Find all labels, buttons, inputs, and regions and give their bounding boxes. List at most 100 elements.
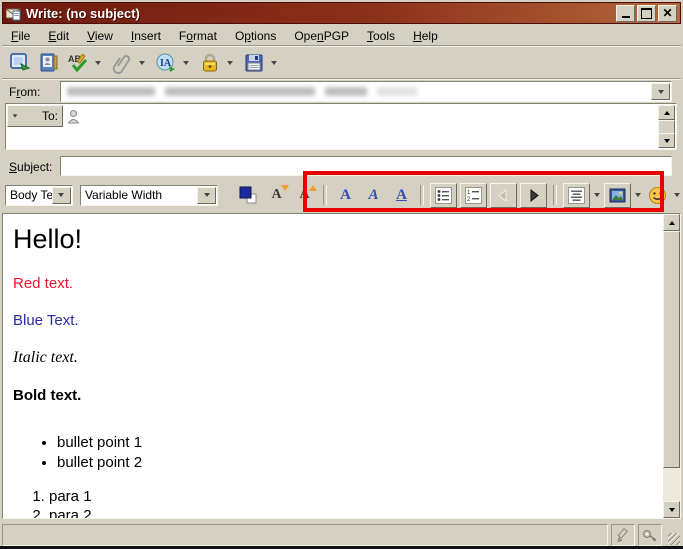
body-scroll-up[interactable] <box>663 214 680 231</box>
ia-badge-icon: IA <box>155 52 177 74</box>
from-label: From: <box>9 85 59 99</box>
from-dropdown-button[interactable] <box>651 83 670 100</box>
body-bullet-list: bullet point 1 bullet point 2 <box>13 434 663 471</box>
recipient-type-label: To: <box>18 109 58 123</box>
numbered-item: para 2 <box>49 507 663 518</box>
ia-button[interactable]: IA <box>152 50 179 76</box>
addressing-scroll-down[interactable] <box>658 133 675 148</box>
ia-dropdown[interactable] <box>181 50 190 76</box>
security-button[interactable] <box>196 50 223 76</box>
insert-smiley-dropdown[interactable] <box>673 184 681 207</box>
person-icon <box>67 109 80 124</box>
message-body-frame: Hello! Red text. Blue Text. Italic text.… <box>2 213 681 519</box>
addressing-area: To: <box>5 103 677 150</box>
indent-button[interactable] <box>520 183 547 208</box>
menu-edit[interactable]: Edit <box>39 27 78 45</box>
titlebar[interactable]: Write: (no subject) ✕ <box>2 2 681 24</box>
message-body-editor[interactable]: Hello! Red text. Blue Text. Italic text.… <box>3 214 663 518</box>
body-numbered-list: para 1 para 2 <box>13 488 663 518</box>
spell-dropdown[interactable] <box>93 50 102 76</box>
status-message-panel <box>2 524 608 546</box>
menu-tools[interactable]: Tools <box>358 27 404 45</box>
font-select[interactable]: Variable Width <box>80 185 218 206</box>
status-pencil-panel[interactable] <box>611 524 635 546</box>
outdent-button[interactable] <box>490 183 517 208</box>
alignment-button[interactable] <box>563 183 590 208</box>
security-dropdown[interactable] <box>225 50 234 76</box>
alignment-icon <box>568 187 585 204</box>
font-value: Variable Width <box>85 188 162 202</box>
addressing-scrollbar[interactable] <box>658 105 675 148</box>
underline-button[interactable]: A <box>389 184 414 207</box>
paragraph-style-dropdown[interactable] <box>52 187 71 204</box>
attach-button[interactable] <box>108 50 135 76</box>
menu-bar: File Edit View Insert Format Options Ope… <box>2 26 681 46</box>
minimize-button[interactable] <box>616 5 635 22</box>
envelope-icon <box>6 5 22 21</box>
body-paragraph-red: Red text. <box>13 275 663 292</box>
contacts-button[interactable] <box>35 50 62 76</box>
menu-openpgp[interactable]: OpenPGP <box>285 27 358 45</box>
main-toolbar: AB IA <box>2 47 681 79</box>
spell-check-icon: AB <box>67 52 89 74</box>
from-redacted-value <box>67 87 417 96</box>
addressing-scroll-up[interactable] <box>658 105 675 120</box>
status-bar <box>2 521 681 546</box>
recipient-input[interactable] <box>63 105 658 128</box>
underline-icon: A <box>396 187 407 204</box>
alignment-dropdown[interactable] <box>593 184 601 207</box>
pencil-icon <box>616 528 631 543</box>
text-color-button[interactable] <box>236 184 261 207</box>
subject-input[interactable] <box>60 156 672 176</box>
numbered-list-button[interactable]: 1 2 <box>460 183 487 208</box>
spell-button[interactable]: AB <box>64 50 91 76</box>
increase-font-size-button[interactable]: A <box>292 184 317 207</box>
menu-insert[interactable]: Insert <box>122 27 170 45</box>
save-dropdown[interactable] <box>269 50 278 76</box>
italic-button[interactable]: A <box>361 184 386 207</box>
menu-file[interactable]: File <box>2 27 39 45</box>
increase-font-icon: A <box>299 187 309 203</box>
insert-image-button[interactable] <box>604 183 631 208</box>
attach-dropdown[interactable] <box>137 50 146 76</box>
close-button[interactable]: ✕ <box>658 5 677 22</box>
numbered-list-icon: 1 2 <box>465 187 482 204</box>
bulleted-list-button[interactable] <box>430 183 457 208</box>
body-scroll-down[interactable] <box>663 501 680 518</box>
from-combobox[interactable] <box>60 81 672 102</box>
menu-format[interactable]: Format <box>170 27 226 45</box>
menu-options[interactable]: Options <box>226 27 285 45</box>
status-key-panel[interactable] <box>638 524 662 546</box>
bulleted-list-icon <box>435 187 452 204</box>
body-scrollbar[interactable] <box>663 214 680 518</box>
recipient-row-empty[interactable] <box>7 127 658 148</box>
font-dropdown[interactable] <box>197 187 216 204</box>
outdent-icon <box>496 188 511 203</box>
window-title: Write: (no subject) <box>26 6 614 21</box>
paperclip-icon <box>111 52 133 74</box>
save-button[interactable] <box>240 50 267 76</box>
menu-help[interactable]: Help <box>404 27 447 45</box>
decrease-font-size-button[interactable]: A <box>264 184 289 207</box>
recipient-type-arrow-icon <box>13 114 18 117</box>
insert-smiley-button[interactable] <box>645 184 670 207</box>
body-scroll-thumb[interactable] <box>663 231 680 468</box>
recipient-type-button[interactable]: To: <box>7 105 63 127</box>
paragraph-style-select[interactable]: Body Text <box>5 185 73 206</box>
bold-button[interactable]: A <box>333 184 358 207</box>
compose-window: Write: (no subject) ✕ File Edit View Ins… <box>0 0 683 549</box>
maximize-button[interactable] <box>637 5 656 22</box>
insert-image-dropdown[interactable] <box>634 184 642 207</box>
lock-icon <box>199 52 221 74</box>
smiley-icon <box>648 186 667 205</box>
body-heading: Hello! <box>13 224 663 255</box>
numbered-item: para 1 <box>49 488 663 505</box>
image-icon <box>609 187 626 204</box>
menu-view[interactable]: View <box>78 27 122 45</box>
separator <box>420 185 424 205</box>
contacts-icon <box>38 52 60 74</box>
send-button[interactable] <box>6 50 33 76</box>
format-toolbar: Body Text Variable Width A A <box>2 178 681 212</box>
separator <box>553 185 557 205</box>
resize-grip[interactable] <box>665 524 681 546</box>
